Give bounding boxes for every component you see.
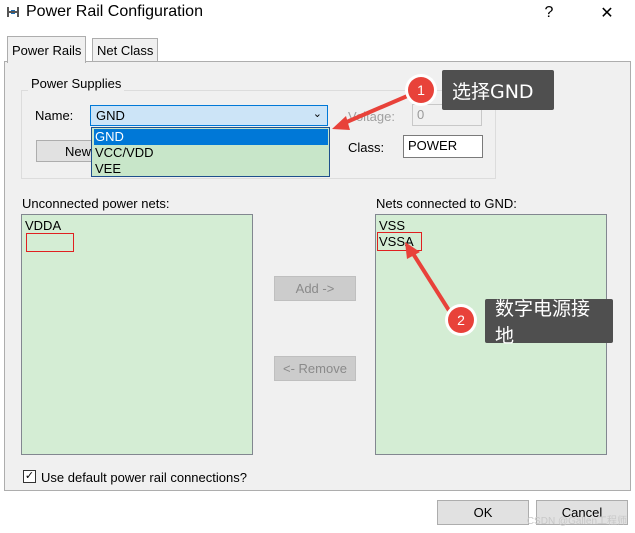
default-connections-label: Use default power rail connections? [41, 470, 247, 485]
watermark: CSDN @Gallen工程师 [526, 516, 627, 527]
window-title: Power Rail Configuration [26, 3, 203, 20]
tab-power-rails[interactable]: Power Rails [7, 36, 87, 63]
dropdown-option-gnd[interactable]: GND [94, 129, 328, 145]
list-item[interactable]: VSS [379, 218, 405, 233]
ok-button[interactable]: OK [437, 500, 529, 525]
power-supplies-title: Power Supplies [28, 76, 125, 91]
app-icon [7, 7, 19, 17]
annotation-badge-2: 2 [448, 307, 474, 333]
close-button[interactable]: ✕ [584, 0, 630, 26]
name-dropdown-list: GND VCC/VDD VEE [91, 127, 330, 177]
dropdown-option-vee[interactable]: VEE [94, 161, 328, 177]
remove-button[interactable]: <- Remove [274, 356, 356, 381]
default-connections-checkbox[interactable]: ✓ [23, 470, 36, 483]
annotation-callout-1: 选择GND [442, 70, 554, 110]
tab-net-class[interactable]: Net Class [92, 38, 159, 61]
unconnected-nets-label: Unconnected power nets: [22, 196, 170, 211]
highlight-box [377, 232, 422, 251]
help-button[interactable]: ? [526, 0, 572, 26]
name-combobox-value: GND [96, 108, 125, 123]
annotation-callout-2: 数字电源接地 [485, 298, 613, 347]
class-label: Class: [348, 140, 385, 155]
highlight-box [26, 233, 74, 252]
voltage-label: Voltage: [348, 109, 395, 124]
connected-nets-label: Nets connected to GND: [376, 196, 517, 211]
add-button[interactable]: Add -> [274, 276, 356, 301]
class-field[interactable]: POWER [403, 135, 483, 158]
name-label: Name: [35, 108, 74, 123]
list-item[interactable]: VDDA [25, 218, 61, 233]
name-combobox[interactable]: GND ⌄ [90, 105, 328, 126]
annotation-badge-1: 1 [408, 77, 434, 103]
new-button-label: New [65, 143, 92, 159]
unconnected-nets-list[interactable]: VDDA [21, 214, 253, 455]
dropdown-option-vcc-vdd[interactable]: VCC/VDD [94, 145, 328, 161]
chevron-down-icon[interactable]: ⌄ [313, 107, 322, 120]
